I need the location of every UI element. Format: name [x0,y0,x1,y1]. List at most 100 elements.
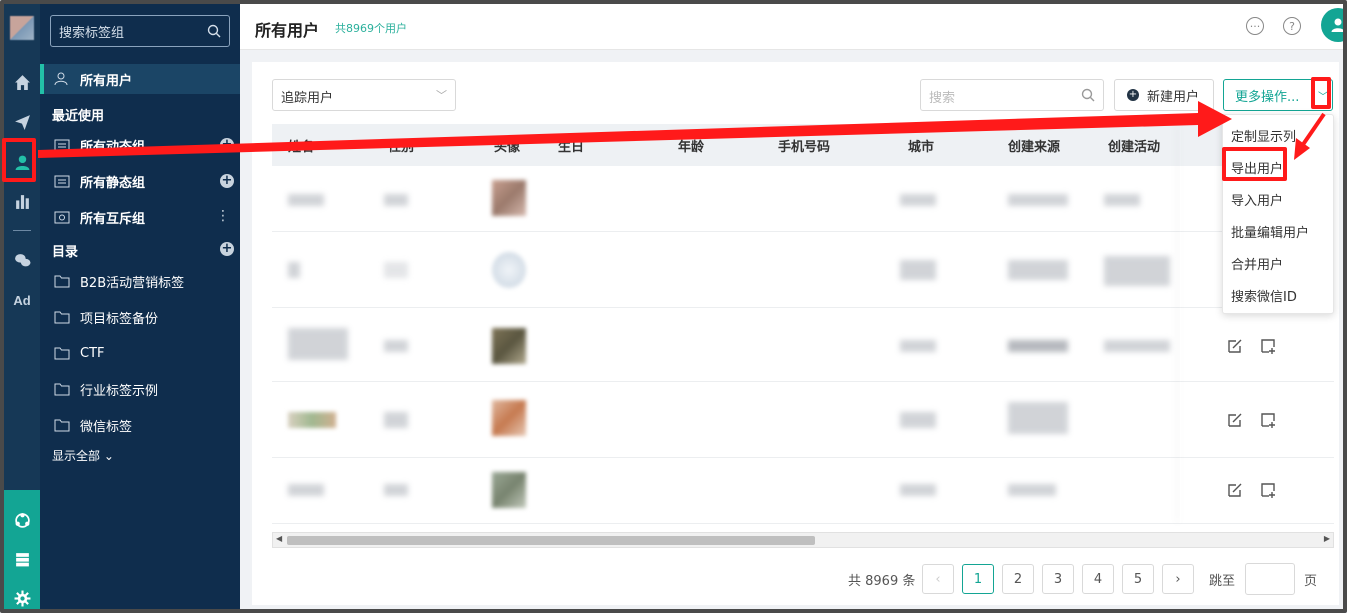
menu-item-bulk-edit[interactable]: 批量编辑用户 [1231,222,1309,241]
ad-icon[interactable]: Ad [4,286,40,314]
sidebar-item-label: B2B活动营销标签 [80,275,185,291]
tracking-filter-select[interactable]: 追踪用户 ﹀ [272,79,456,111]
wechat-icon[interactable] [4,246,40,274]
page-button[interactable]: 4 [1082,564,1114,594]
column-header[interactable]: 头像 [494,136,520,155]
page-title: 所有用户 [255,21,320,40]
edit-icon[interactable] [1227,338,1243,354]
add-note-icon[interactable] [1260,482,1276,498]
user-avatar-image [492,328,526,364]
sidebar-item-exclusive-groups[interactable]: 所有互斥组 [40,202,240,232]
column-header[interactable]: 手机号码 [778,136,830,155]
table-row[interactable] [272,458,1334,524]
add-note-icon[interactable] [1260,338,1276,354]
page-button[interactable]: 2 [1002,564,1034,594]
chat-icon[interactable]: ··· [1246,17,1264,35]
pagination-total: 共 8969 条 [848,574,916,589]
redacted-cell [1104,256,1170,286]
menu-item-import-users[interactable]: 导入用户 [1231,190,1283,209]
redacted-cell [288,194,324,206]
redacted-cell [900,484,936,496]
menu-item-search-wechat-id[interactable]: 搜索微信ID [1231,286,1297,305]
table-row[interactable] [272,308,1334,382]
hub-icon[interactable] [4,506,40,534]
redacted-cell [900,260,936,280]
more-actions-label: 更多操作... [1235,89,1300,105]
prev-page-button[interactable]: ‹ [922,564,954,594]
column-header[interactable]: 性别 [388,136,414,155]
send-icon[interactable] [4,108,40,136]
tag-group-search-input[interactable]: 搜索标签组 [50,15,230,47]
edit-icon[interactable] [1227,412,1243,428]
sidebar-folder-ctf[interactable]: CTF [40,338,240,368]
more-options-icon[interactable]: ⋮ [216,208,230,224]
sidebar-folder-industry[interactable]: 行业标签示例 [40,374,240,404]
users-icon [54,72,70,86]
new-user-label: 新建用户 [1147,89,1200,105]
tag-group-sidebar: 搜索标签组 所有用户 最近使用 所有动态组 + 所有静态组 + 所有互斥组 ⋮ … [40,4,240,609]
gear-icon[interactable] [4,584,40,609]
page-button[interactable]: 3 [1042,564,1074,594]
sidebar-item-all-users[interactable]: 所有用户 [40,64,240,94]
column-header[interactable]: 城市 [908,136,934,155]
sidebar-item-label: 所有用户 [80,73,133,89]
sidebar-folder-project-backup[interactable]: 项目标签备份 [40,302,240,332]
column-header[interactable]: 创建活动 [1108,136,1160,155]
folder-icon [54,310,70,324]
next-page-button[interactable]: › [1162,564,1194,594]
edit-icon[interactable] [1227,482,1243,498]
scroll-left-icon[interactable]: ◀ [276,534,282,543]
column-header[interactable]: 创建来源 [1008,136,1060,155]
scrollbar-thumb[interactable] [287,536,815,545]
table-row[interactable] [272,166,1334,232]
redacted-cell [288,328,348,360]
sidebar-item-static-groups[interactable]: 所有静态组 [40,166,240,196]
sidebar-folder-b2b[interactable]: B2B活动营销标签 [40,266,240,296]
redacted-cell [288,484,324,496]
chart-icon[interactable] [4,187,40,215]
plus-circle-icon: + [1127,89,1139,101]
new-user-button[interactable]: + 新建用户 [1114,79,1214,111]
add-static-group-button[interactable]: + [220,174,234,188]
add-dynamic-group-button[interactable]: + [220,138,234,152]
page-button[interactable]: 1 [962,564,994,594]
user-avatar-icon [1331,18,1343,32]
menu-item-customize-columns[interactable]: 定制显示列 [1231,126,1296,145]
users-panel: 追踪用户 ﹀ 搜索 + 新建用户 更多操作... ﹀ 姓名 性别 头像 生日 年… [252,62,1339,605]
horizontal-scrollbar[interactable]: ◀ ▶ [272,532,1334,548]
search-icon [1081,88,1095,102]
jump-label: 跳至 [1209,574,1236,589]
scroll-right-icon[interactable]: ▶ [1324,534,1330,543]
sidebar-item-dynamic-groups[interactable]: 所有动态组 [40,130,240,160]
user-search-input[interactable]: 搜索 [920,79,1104,111]
table-row[interactable] [272,382,1334,458]
table-header: 姓名 性别 头像 生日 年龄 手机号码 城市 创建来源 创建活动 [272,124,1334,166]
filter-value: 追踪用户 [281,91,334,106]
sidebar-item-label: 微信标签 [80,419,133,435]
highlight-more-caret [1311,77,1331,109]
static-group-icon [54,174,70,188]
home-icon[interactable] [4,68,40,96]
page-jump-input[interactable] [1245,563,1295,595]
column-header[interactable]: 年龄 [678,136,704,155]
ad-label: Ad [13,292,31,308]
page-button[interactable]: 5 [1122,564,1154,594]
redacted-cell [900,412,936,428]
chevron-down-icon: ﹀ [436,89,447,102]
sidebar-folder-wechat[interactable]: 微信标签 [40,410,240,440]
table-row[interactable] [272,232,1334,308]
avatar[interactable] [1321,8,1343,42]
column-header[interactable]: 生日 [558,136,584,155]
redacted-cell [384,262,408,278]
redacted-cell [288,412,336,428]
column-header[interactable]: 姓名 [288,136,314,155]
help-icon[interactable]: ? [1283,17,1301,35]
add-catalog-button[interactable]: + [220,242,234,256]
chevron-down-icon: ⌄ [103,449,114,463]
server-icon[interactable] [4,545,40,573]
sidebar-item-label: 项目标签备份 [80,311,159,327]
show-all-link[interactable]: 显示全部 ⌄ [52,447,114,464]
menu-item-merge-users[interactable]: 合并用户 [1231,254,1283,273]
tag-group-search-placeholder: 搜索标签组 [59,25,125,41]
add-note-icon[interactable] [1260,412,1276,428]
